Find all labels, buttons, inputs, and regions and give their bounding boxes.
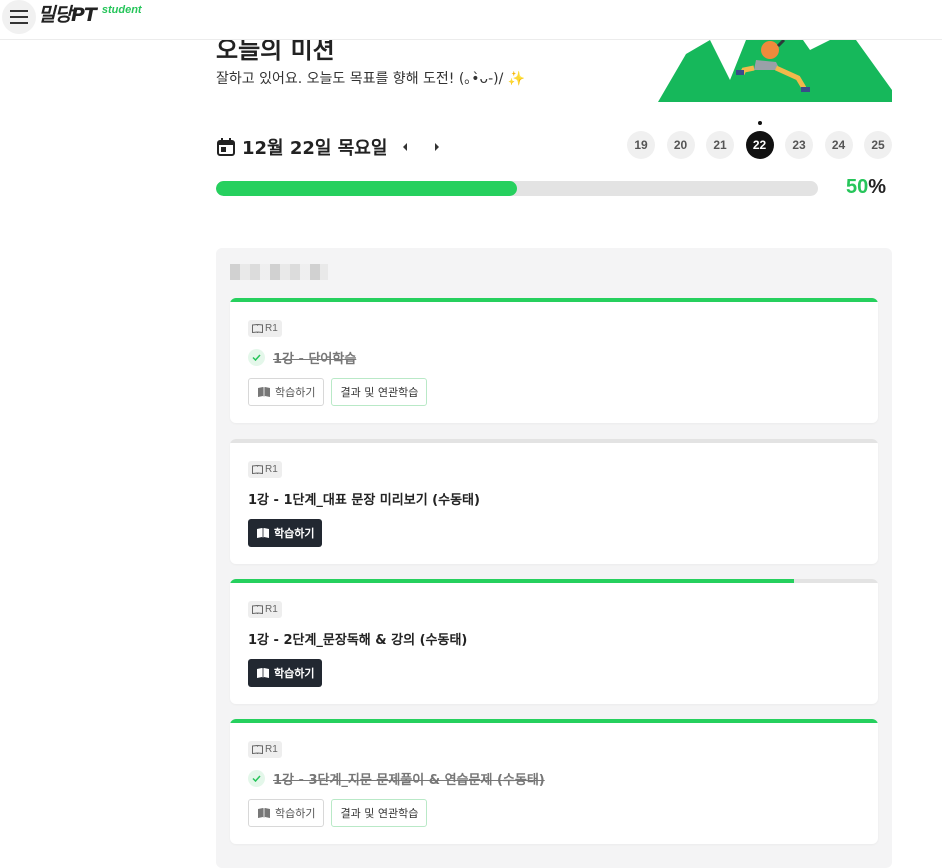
previous-day-button[interactable]	[395, 137, 415, 157]
logo-main: 밀당PT	[38, 4, 97, 26]
day-20[interactable]: 20	[666, 131, 695, 159]
daily-progress-bar	[216, 181, 818, 196]
progress-fill	[216, 181, 517, 196]
check-icon	[248, 770, 265, 787]
menu-icon	[10, 10, 28, 24]
task-tag-label: R1	[265, 604, 278, 615]
task-title: 1강 - 1단계_대표 문장 미리보기 (수동태)	[248, 489, 480, 508]
result-button-label: 결과 및 연관학습	[340, 386, 419, 399]
task-actions: 학습하기 결과 및 연관학습	[248, 378, 434, 406]
calendar-icon	[217, 138, 235, 156]
task-tag-label: R1	[265, 744, 278, 755]
next-day-button[interactable]	[427, 137, 447, 157]
day-23[interactable]: 23	[785, 131, 813, 159]
hamburger-menu-button[interactable]	[2, 0, 36, 34]
task-title-text: 1강 - 3단계_지문 문제풀이 & 연습문제 (수동태)	[273, 773, 545, 788]
task-card: R1 1강 - 단어학습학습하기 결과 및 연관학습	[230, 298, 878, 423]
task-card: R1 1강 - 1단계_대표 문장 미리보기 (수동태) 학습하기	[230, 439, 878, 564]
study-button-label: 학습하기	[274, 527, 315, 540]
logo-sub: student	[101, 4, 142, 16]
study-button-label: 학습하기	[275, 386, 316, 399]
task-progress-bar	[230, 298, 878, 302]
day-selector: 19 20 21 22 23 24 25	[627, 121, 904, 159]
task-tag: R1	[248, 320, 282, 337]
day-21[interactable]: 21	[706, 131, 734, 159]
book-icon	[258, 808, 270, 818]
task-progress-bar	[230, 579, 878, 583]
study-button-label: 학습하기	[275, 807, 316, 820]
task-progress-fill	[230, 298, 878, 302]
date-navigator: 12월 22일 목요일	[216, 134, 447, 160]
task-tag: R1	[248, 741, 282, 758]
book-icon	[257, 668, 269, 678]
task-title: 1강 - 3단계_지문 문제풀이 & 연습문제 (수동태)	[248, 769, 545, 788]
task-progress-bar	[230, 719, 878, 723]
task-title: 1강 - 2단계_문장독해 & 강의 (수동태)	[248, 629, 467, 648]
book-outline-icon	[252, 465, 263, 474]
logo[interactable]: 밀당PT student	[38, 2, 142, 28]
check-icon	[248, 349, 265, 366]
mountain-runner-illustration	[658, 40, 892, 102]
study-button[interactable]: 학습하기	[248, 799, 325, 827]
study-button[interactable]: 학습하기	[248, 378, 325, 406]
task-actions: 학습하기 결과 및 연관학습	[248, 799, 434, 827]
current-date: 12월 22일 목요일	[242, 138, 388, 159]
caret-left-icon	[403, 143, 408, 151]
study-button[interactable]: 학습하기	[248, 659, 323, 687]
progress-percent: 50%	[846, 176, 886, 199]
result-button[interactable]: 결과 및 연관학습	[331, 378, 428, 406]
blurred-panel-header	[230, 264, 328, 280]
book-outline-icon	[252, 324, 263, 333]
book-outline-icon	[252, 605, 263, 614]
task-tag-label: R1	[265, 323, 278, 334]
caret-right-icon	[435, 143, 440, 151]
task-title-text: 1강 - 단어학습	[273, 352, 357, 367]
task-progress-fill	[230, 579, 794, 583]
task-tag: R1	[248, 461, 282, 478]
day-22[interactable]: 22	[745, 121, 774, 159]
task-tag: R1	[248, 601, 282, 618]
task-tag-label: R1	[265, 464, 278, 475]
task-progress-bar	[230, 439, 878, 443]
book-icon	[258, 387, 270, 397]
book-outline-icon	[252, 745, 263, 754]
task-actions: 학습하기	[248, 659, 329, 687]
page-subtitle: 잘하고 있어요. 오늘도 목표를 향해 도전! (｡•̀ᴗ-)/ ✨	[216, 71, 526, 87]
task-title-text: 1강 - 1단계_대표 문장 미리보기 (수동태)	[248, 493, 480, 508]
day-25[interactable]: 25	[864, 131, 892, 159]
task-title-text: 1강 - 2단계_문장독해 & 강의 (수동태)	[248, 633, 468, 648]
study-button-label: 학습하기	[274, 667, 315, 680]
task-card: R1 1강 - 2단계_문장독해 & 강의 (수동태) 학습하기	[230, 579, 878, 704]
progress-value: 50	[846, 176, 869, 198]
top-bar: 밀당PT student	[0, 0, 942, 40]
day-19[interactable]: 19	[627, 131, 655, 159]
result-button-label: 결과 및 연관학습	[340, 807, 419, 820]
result-button[interactable]: 결과 및 연관학습	[331, 799, 428, 827]
task-card: R1 1강 - 3단계_지문 문제풀이 & 연습문제 (수동태) 학습하기 결과 및 …	[230, 719, 878, 844]
task-progress-fill	[230, 719, 878, 723]
book-icon	[257, 528, 269, 538]
day-24[interactable]: 24	[824, 131, 853, 159]
study-button[interactable]: 학습하기	[248, 519, 323, 547]
task-actions: 학습하기	[248, 519, 329, 547]
task-title: 1강 - 단어학습	[248, 348, 356, 367]
task-panel: R1 1강 - 단어학습 학습하기 결과 및 연관학습 R1 1강 - 1단계_대표 문장…	[216, 248, 892, 868]
progress-unit: %	[868, 176, 887, 198]
